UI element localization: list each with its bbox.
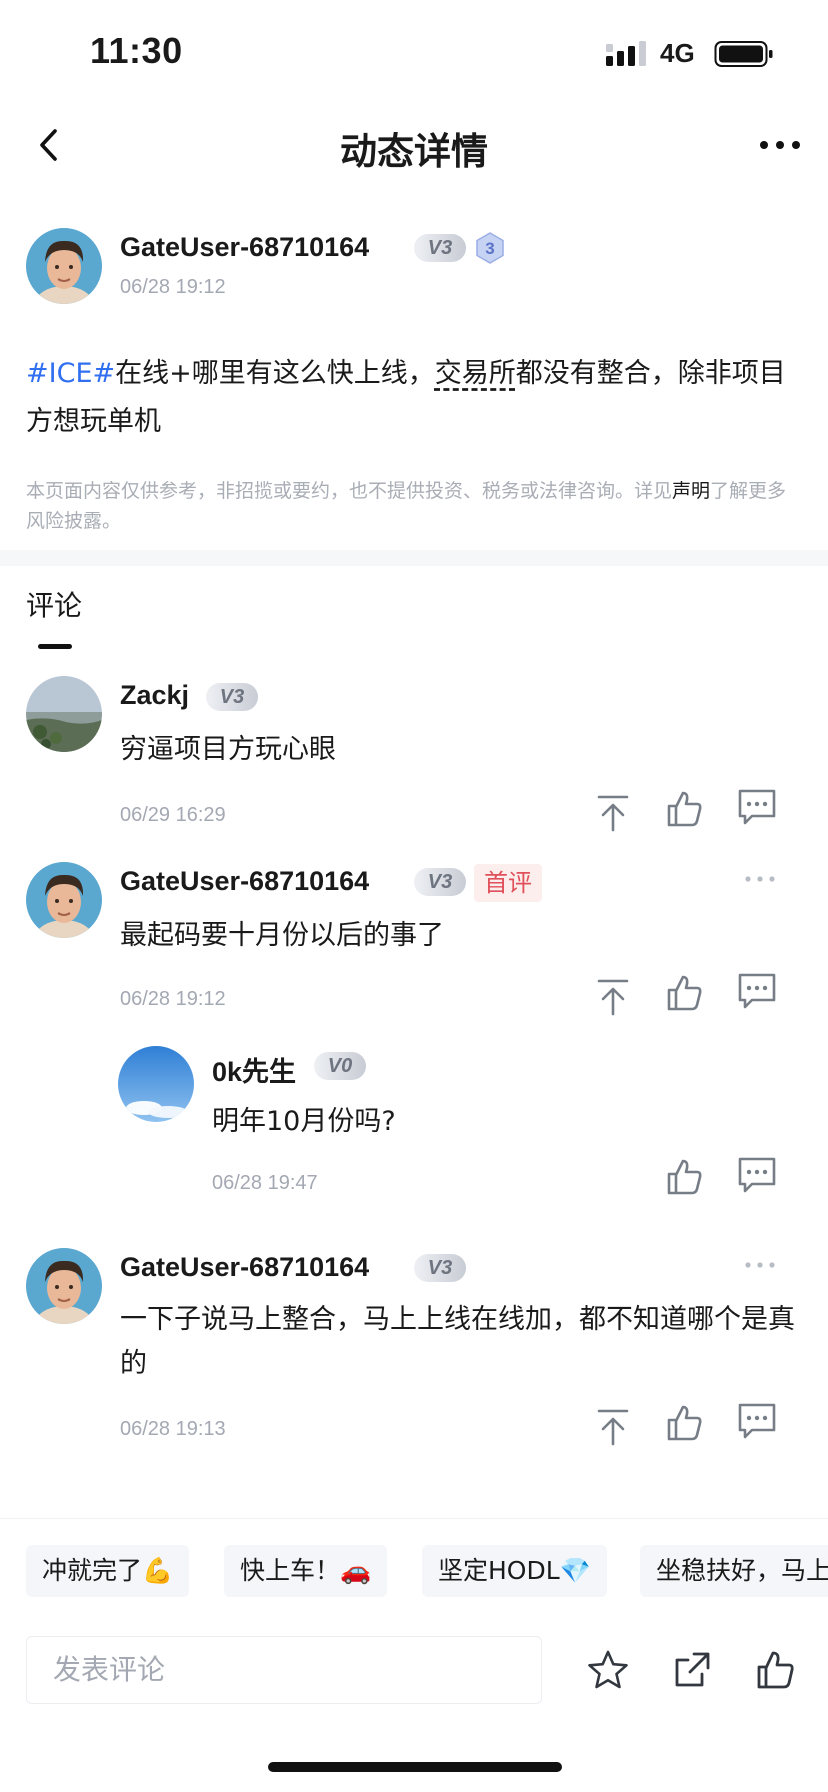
- vip-badge: V3: [414, 868, 466, 896]
- reply-comment-icon[interactable]: [736, 1154, 778, 1196]
- first-comment-badge: 首评: [474, 864, 542, 902]
- post-content: #ICE#在线+哪里有这么快上线，交易所都没有整合，除非项目方想玩单机: [26, 350, 796, 446]
- thumbs-up-icon[interactable]: [664, 1156, 706, 1198]
- thumbs-up-icon[interactable]: [664, 972, 706, 1014]
- comment-text: 一下子说马上整合，马上上线在线加，都不知道哪个是真的: [120, 1304, 795, 1379]
- quick-reply-chip[interactable]: 坚定HODL💎: [422, 1545, 607, 1597]
- more-options-icon[interactable]: [744, 874, 776, 884]
- network-type: 4G: [660, 38, 695, 68]
- star-favorite-icon[interactable]: [586, 1648, 630, 1692]
- quick-reply-bar: 冲就完了💪 快上车！🚗 坚定HODL💎 坐稳扶好，马上: [0, 1518, 828, 1628]
- comment-user-name[interactable]: Zackj: [120, 680, 189, 711]
- vip-badge: V0: [314, 1052, 366, 1080]
- section-divider: [0, 550, 828, 566]
- tab-active-indicator: [38, 644, 72, 649]
- quick-reply-chip[interactable]: 冲就完了💪: [26, 1545, 190, 1597]
- reply-text: 明年10月份吗?: [212, 1106, 396, 1137]
- vip-badge: V3: [206, 683, 258, 711]
- home-indicator: [268, 1762, 562, 1772]
- comment-timestamp: 06/28 19:13: [120, 1418, 226, 1440]
- page-title: 动态详情: [340, 130, 488, 173]
- more-options-icon[interactable]: [758, 135, 802, 155]
- post-author: GateUser-68710164 V3 3 06/28 19:12: [26, 228, 806, 308]
- author-name[interactable]: GateUser-68710164: [120, 232, 369, 263]
- avatar[interactable]: [26, 228, 102, 304]
- topic-tag[interactable]: #ICE#: [26, 358, 115, 389]
- vip-badge: V3: [414, 1254, 466, 1282]
- man-portrait-avatar: [26, 1248, 102, 1324]
- comment-input[interactable]: 发表评论: [26, 1636, 542, 1704]
- reply-comment-icon[interactable]: [736, 786, 778, 828]
- disclaimer: 本页面内容仅供参考，非招揽或要约，也不提供投资、税务或法律咨询。详见声明了解更多…: [26, 476, 796, 536]
- avatar[interactable]: [26, 862, 102, 938]
- thumbs-up-icon[interactable]: [664, 1402, 706, 1444]
- status-time: 11:30: [90, 30, 183, 71]
- comment-user-name[interactable]: GateUser-68710164: [120, 866, 369, 897]
- reply-user-name[interactable]: 0k先生: [212, 1050, 296, 1089]
- status-bar: 11:30 4G: [0, 0, 828, 100]
- tab-comments[interactable]: 评论: [26, 584, 82, 624]
- disclaimer-link[interactable]: 声明: [672, 480, 710, 502]
- man-portrait-avatar: [26, 862, 102, 938]
- avatar[interactable]: [26, 676, 102, 752]
- pin-top-icon[interactable]: [592, 1406, 634, 1448]
- more-options-icon[interactable]: [744, 1260, 776, 1270]
- reply-item: 0k先生 V0 明年10月份吗? 06/28 19:47: [0, 1046, 828, 1216]
- level-hexagon-icon: 3: [476, 232, 504, 264]
- comment-text: 穷逼项目方玩心眼: [120, 734, 336, 765]
- vip-badge: V3: [414, 234, 466, 262]
- comment-timestamp: 06/28 19:12: [120, 988, 226, 1010]
- quick-reply-chip[interactable]: 坐稳扶好，马上: [640, 1545, 828, 1597]
- level-number: 3: [485, 239, 494, 258]
- battery-icon: [714, 41, 773, 67]
- comment-item: GateUser-68710164 V3 一下子说马上整合，马上上线在线加，都不…: [0, 1248, 828, 1448]
- comment-item: Zackj V3 穷逼项目方玩心眼 06/29 16:29: [0, 676, 828, 836]
- post-text-part1: 在线+哪里有这么快上线，: [115, 358, 435, 389]
- lake-landscape-avatar: [26, 676, 102, 752]
- man-portrait-avatar: [26, 228, 102, 304]
- thumbs-up-icon[interactable]: [754, 1648, 798, 1692]
- disclaimer-text: 本页面内容仅供参考，非招揽或要约，也不提供投资、税务或法律咨询。详见: [26, 480, 673, 502]
- pin-top-icon[interactable]: [592, 976, 634, 1018]
- comment-input-bar: 发表评论: [0, 1630, 828, 1730]
- sky-clouds-avatar: [118, 1046, 194, 1122]
- reply-timestamp: 06/28 19:47: [212, 1172, 318, 1194]
- comment-item: GateUser-68710164 V3 首评 最起码要十月份以后的事了 06/…: [0, 862, 828, 1022]
- avatar[interactable]: [118, 1046, 194, 1122]
- pin-top-icon[interactable]: [592, 792, 634, 834]
- cellular-signal-icon: [606, 41, 646, 66]
- nav-bar: 动态详情: [0, 105, 828, 185]
- comment-text: 最起码要十月份以后的事了: [120, 920, 444, 951]
- exchange-link[interactable]: 交易所: [435, 358, 516, 389]
- avatar[interactable]: [26, 1248, 102, 1324]
- reply-comment-icon[interactable]: [736, 970, 778, 1012]
- quick-reply-chip[interactable]: 快上车！🚗: [224, 1545, 388, 1597]
- post-timestamp: 06/28 19:12: [120, 276, 226, 298]
- share-icon[interactable]: [670, 1648, 714, 1692]
- comment-timestamp: 06/29 16:29: [120, 804, 226, 826]
- thumbs-up-icon[interactable]: [664, 788, 706, 830]
- reply-comment-icon[interactable]: [736, 1400, 778, 1442]
- comment-user-name[interactable]: GateUser-68710164: [120, 1252, 369, 1283]
